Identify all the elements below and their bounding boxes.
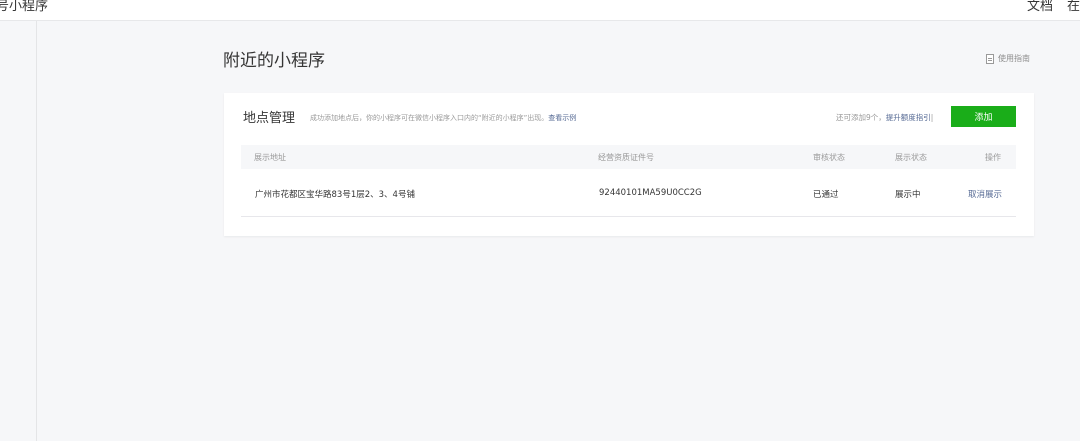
add-location-button[interactable]: 添加 (951, 106, 1016, 127)
cell-display-status: 展示中 (895, 190, 921, 200)
usage-guide-label: 使用指南 (998, 54, 1030, 63)
cell-license: 92440101MA59U0CC2G (599, 188, 702, 198)
quota-info: 还可添加9个，提升额度指引| (836, 112, 933, 123)
sidebar (0, 21, 37, 441)
column-header-license: 经营资质证件号 (598, 153, 654, 162)
app-brand: 号小程序 (0, 0, 49, 14)
column-header-display-status: 展示状态 (895, 153, 927, 162)
docs-link[interactable]: 文档 (1027, 0, 1053, 14)
document-icon (986, 53, 994, 64)
cancel-display-link[interactable]: 取消展示 (968, 188, 1002, 200)
column-header-address: 展示地址 (254, 153, 286, 162)
location-management-card: 地点管理 成功添加地点后，你的小程序可在微信小程序入口内的“附近的小程序”出现。… (224, 93, 1034, 236)
column-header-review-status: 审核状态 (813, 153, 845, 162)
increase-quota-link[interactable]: 提升额度指引 (886, 113, 931, 122)
column-header-action: 操作 (985, 153, 1001, 162)
usage-guide-link[interactable]: 使用指南 (986, 53, 1030, 64)
page-title: 附近的小程序 (223, 51, 325, 71)
top-bar: 号小程序 文档 在 (0, 0, 1080, 21)
view-example-link[interactable]: 查看示例 (548, 114, 576, 122)
table-header: 展示地址 经营资质证件号 审核状态 展示状态 操作 (241, 145, 1016, 169)
cell-address: 广州市花都区宝华路83号1层2、3、4号铺 (255, 190, 415, 200)
topbar-truncated-link[interactable]: 在 (1067, 0, 1080, 14)
table-row: 广州市花都区宝华路83号1层2、3、4号铺 92440101MA59U0CC2G… (241, 181, 1016, 217)
section-description: 成功添加地点后，你的小程序可在微信小程序入口内的“附近的小程序”出现。查看示例 (310, 113, 576, 123)
section-description-text: 成功添加地点后，你的小程序可在微信小程序入口内的“附近的小程序”出现。 (310, 114, 549, 122)
quota-separator: | (930, 113, 934, 122)
section-title: 地点管理 (243, 111, 296, 126)
cell-review-status: 已通过 (813, 190, 839, 200)
quota-text: 还可添加9个， (836, 113, 886, 122)
